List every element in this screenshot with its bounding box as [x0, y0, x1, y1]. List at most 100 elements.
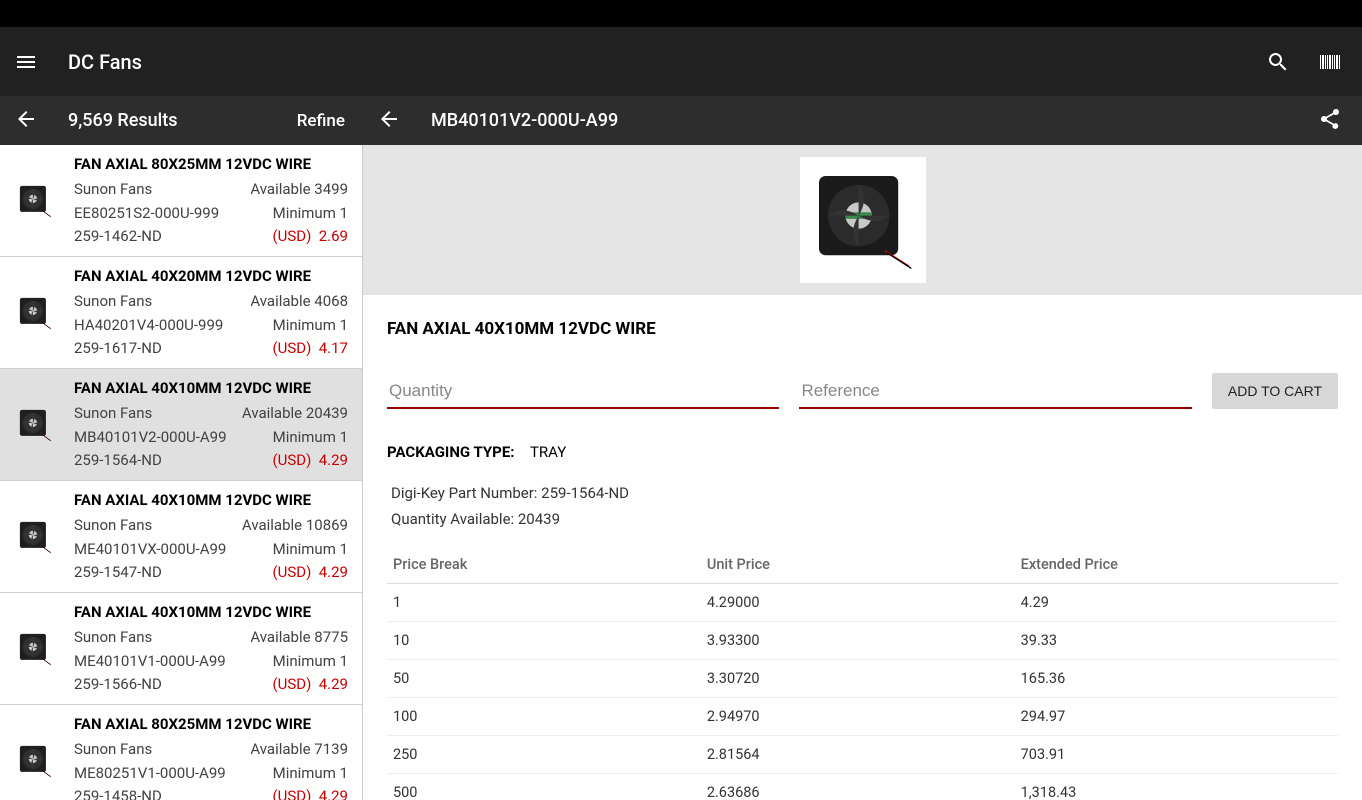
item-title: FAN AXIAL 40X20MM 12VDC WIRE [74, 265, 348, 288]
sub-header: 9,569 Results Refine MB40101V2-000U-A99 [0, 96, 1362, 145]
add-to-cart-button[interactable]: ADD TO CART [1212, 373, 1338, 409]
item-avail: Available 8775 [250, 626, 348, 649]
price-qty: 500 [387, 774, 701, 800]
product-image [800, 157, 926, 283]
fan-thumb-icon [14, 628, 56, 670]
list-thumb [10, 265, 60, 360]
item-min: Minimum 1 [273, 202, 348, 225]
item-mfr: Sunon Fans [74, 178, 152, 201]
item-mpn: ME40101V1-000U-A99 [74, 650, 226, 673]
qty-available: Quantity Available: 20439 [391, 507, 1334, 533]
item-avail: Available 10869 [242, 514, 348, 537]
price-row: 103.9330039.33 [387, 622, 1338, 660]
price-ext: 165.36 [1015, 660, 1338, 698]
list-item[interactable]: FAN AXIAL 40X10MM 12VDC WIRESunon Fans Av… [0, 369, 362, 481]
product-description: FAN AXIAL 40X10MM 12VDC WIRE [363, 295, 1362, 345]
fan-thumb-icon [14, 292, 56, 334]
item-mfr: Sunon Fans [74, 290, 152, 313]
item-avail: Available 7139 [250, 738, 348, 761]
packaging-label: PACKAGING TYPE: [387, 443, 515, 461]
list-item[interactable]: FAN AXIAL 40X10MM 12VDC WIRESunon FansAv… [0, 481, 362, 593]
item-avail: Available 3499 [250, 178, 348, 201]
item-mfr: Sunon Fans [74, 626, 152, 649]
packaging-value: TRAY [530, 443, 566, 461]
price-qty: 50 [387, 660, 701, 698]
item-mfr: Sunon Fans [74, 738, 152, 761]
price-row: 503.30720165.36 [387, 660, 1338, 698]
item-price: (USD) 4.17 [272, 337, 348, 360]
item-dkpn: 259-1566-ND [74, 673, 162, 696]
list-thumb [10, 377, 60, 472]
item-title: FAN AXIAL 40X10MM 12VDC WIRE [74, 377, 348, 400]
item-price: (USD) 4.29 [272, 785, 348, 800]
list-item[interactable]: FAN AXIAL 40X10MM 12VDC WIRESunon FansAv… [0, 593, 362, 705]
item-dkpn: 259-1547-ND [74, 561, 162, 584]
item-dkpn: 259-1462-ND [74, 225, 162, 248]
reference-input[interactable] [799, 375, 1191, 409]
item-min: Minimum 1 [273, 650, 348, 673]
item-price: (USD) 2.69 [272, 225, 348, 248]
arrow-left-icon [14, 107, 38, 131]
product-image-block [363, 145, 1362, 295]
price-row: 1002.94970294.97 [387, 698, 1338, 736]
share-button[interactable] [1318, 107, 1348, 135]
price-qty: 10 [387, 622, 701, 660]
quantity-input[interactable] [387, 375, 779, 409]
menu-button[interactable] [14, 50, 62, 74]
item-dkpn: 259-1617-ND [74, 337, 162, 360]
col-extended-price: Extended Price [1015, 546, 1338, 584]
price-row: 14.290004.29 [387, 584, 1338, 622]
price-ext: 4.29 [1015, 584, 1338, 622]
item-min: Minimum 1 [273, 538, 348, 561]
item-dkpn: 259-1458-ND [74, 785, 162, 800]
price-row: 5002.636861,318.43 [387, 774, 1338, 800]
list-thumb [10, 489, 60, 584]
fan-thumb-icon [14, 740, 56, 782]
item-price: (USD) 4.29 [272, 449, 348, 472]
item-title: FAN AXIAL 40X10MM 12VDC WIRE [74, 489, 348, 512]
item-mpn: EE80251S2-000U-999 [74, 202, 219, 225]
item-avail: Available 4068 [250, 290, 348, 313]
barcode-icon[interactable] [1318, 50, 1342, 74]
results-list[interactable]: FAN AXIAL 80X25MM 12VDC WIRESunon FansAv… [0, 145, 363, 800]
item-mfr: Sunon Fans [74, 402, 152, 425]
price-qty: 250 [387, 736, 701, 774]
col-price-break: Price Break [387, 546, 701, 584]
hamburger-icon [14, 50, 38, 74]
price-ext: 294.97 [1015, 698, 1338, 736]
item-mpn: ME80251V1-000U-A99 [74, 762, 226, 785]
price-unit: 4.29000 [701, 584, 1015, 622]
item-mpn: ME40101VX-000U-A99 [74, 538, 226, 561]
fan-image-icon [808, 165, 918, 275]
refine-button[interactable]: Refine [297, 111, 349, 131]
list-item[interactable]: FAN AXIAL 80X25MM 12VDC WIRESunon Fans Av… [0, 145, 362, 257]
price-row: 2502.81564703.91 [387, 736, 1338, 774]
price-table: Price Break Unit Price Extended Price 14… [387, 546, 1338, 800]
back-button-detail[interactable] [377, 107, 411, 135]
list-item[interactable]: FAN AXIAL 80X25MM 12VDC WIRESunon FansAv… [0, 705, 362, 800]
item-min: Minimum 1 [273, 314, 348, 337]
item-mpn: HA40201V4-000U-999 [74, 314, 223, 337]
share-icon [1318, 107, 1342, 131]
list-item[interactable]: FAN AXIAL 40X20MM 12VDC WIRESunon Fans Av… [0, 257, 362, 369]
price-unit: 2.81564 [701, 736, 1015, 774]
price-unit: 3.30720 [701, 660, 1015, 698]
dk-part-number: Digi-Key Part Number: 259-1564-ND [391, 481, 1334, 507]
price-ext: 1,318.43 [1015, 774, 1338, 800]
price-qty: 1 [387, 584, 701, 622]
detail-bar: MB40101V2-000U-A99 [363, 96, 1362, 145]
search-icon[interactable] [1266, 50, 1290, 74]
item-avail: Available 20439 [242, 402, 348, 425]
back-button-results[interactable] [14, 107, 48, 135]
col-unit-price: Unit Price [701, 546, 1015, 584]
fan-thumb-icon [14, 404, 56, 446]
status-bar [0, 0, 1362, 27]
price-unit: 2.63686 [701, 774, 1015, 800]
item-title: FAN AXIAL 80X25MM 12VDC WIRE [74, 153, 348, 176]
fan-thumb-icon [14, 516, 56, 558]
app-bar: DC Fans [0, 27, 1362, 96]
page-title: DC Fans [62, 50, 1266, 74]
price-qty: 100 [387, 698, 701, 736]
list-thumb [10, 713, 60, 800]
item-price: (USD) 4.29 [272, 561, 348, 584]
